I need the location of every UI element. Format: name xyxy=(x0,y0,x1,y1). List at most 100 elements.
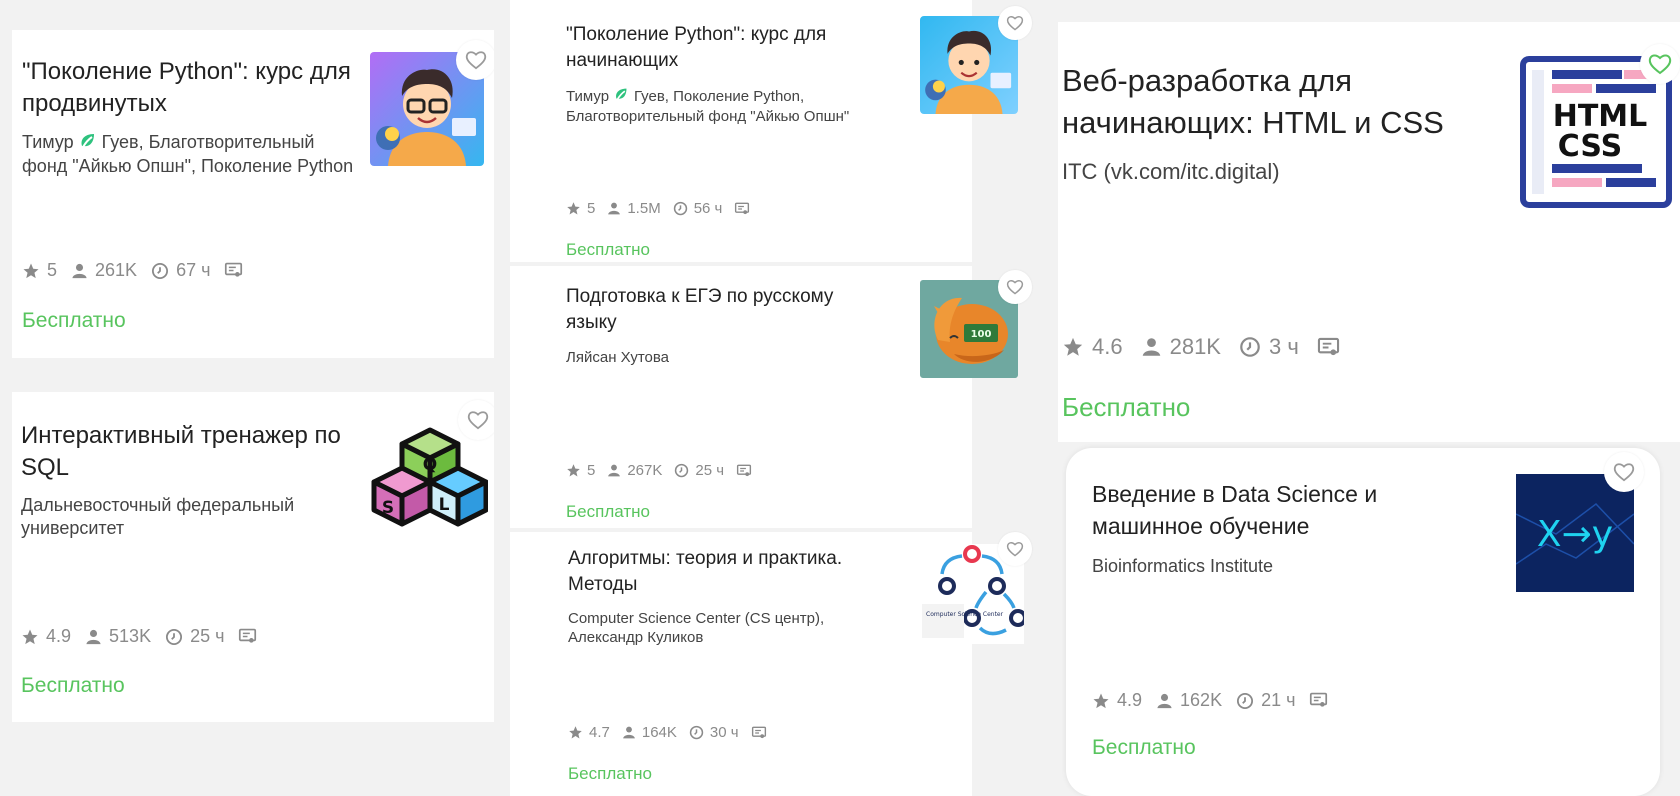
rating-value: 5 xyxy=(47,260,58,280)
course-authors: Computer Science Center (CS центр), Алек… xyxy=(568,610,825,646)
user-icon xyxy=(623,726,635,739)
x-to-y-logo-icon: X→y xyxy=(1516,474,1634,592)
course-authors: Тимур Гуев, Поколение Python, Благотворит… xyxy=(566,87,886,126)
user-icon xyxy=(608,202,621,215)
clock-icon xyxy=(689,725,704,740)
course-stats: 4.9 513K 25 ч xyxy=(21,626,257,647)
user-icon xyxy=(1142,338,1160,356)
course-stats: 5 1.5M 56 ч xyxy=(566,200,750,217)
favorite-button[interactable] xyxy=(458,400,494,440)
course-card[interactable]: "Поколение Python": курс для продвинутых… xyxy=(12,30,494,358)
heart-icon xyxy=(1648,54,1672,75)
favorite-button[interactable] xyxy=(456,40,494,80)
course-card[interactable]: Веб-разработка для начинающих: HTML и CS… xyxy=(1058,22,1680,442)
csc-logo-text: Computer Science Center xyxy=(926,611,1004,618)
heart-icon xyxy=(1006,280,1024,295)
duration-hours: 56 ч xyxy=(693,200,723,217)
heart-icon xyxy=(465,51,487,70)
rating-value: 5 xyxy=(587,462,596,479)
author-first-name: Тимур xyxy=(566,88,610,105)
course-stats: 5 267K 25 ч xyxy=(566,462,752,479)
favorite-button[interactable] xyxy=(998,270,1032,304)
course-title[interactable]: "Поколение Python": курс для начинающих xyxy=(566,22,886,74)
certificate-icon xyxy=(239,628,257,643)
course-authors: Ляйсан Хутова xyxy=(566,349,670,366)
clock-icon xyxy=(673,201,687,216)
clock-icon xyxy=(166,628,183,645)
clock-icon xyxy=(1237,692,1254,709)
star-icon xyxy=(22,629,38,644)
duration-hours: 30 ч xyxy=(709,724,739,741)
course-price: Бесплатно xyxy=(22,309,126,332)
learners-count: 1.5M xyxy=(627,200,661,217)
user-icon xyxy=(1157,693,1172,708)
certificate-icon xyxy=(751,726,766,738)
rating-value: 4.7 xyxy=(589,724,610,741)
star-icon xyxy=(567,202,580,215)
heart-icon xyxy=(1006,542,1024,557)
course-stats: 4.9 162K 21 ч xyxy=(1092,690,1328,711)
star-icon xyxy=(1063,337,1083,356)
course-title[interactable]: Алгоритмы: теория и практика. Методы xyxy=(568,546,888,598)
course-card[interactable]: Интерактивный тренажер по SQL Дальневост… xyxy=(12,392,494,722)
course-card[interactable]: Подготовка к ЕГЭ по русскому языку Ляйса… xyxy=(510,266,972,528)
favorite-button[interactable] xyxy=(1604,452,1644,492)
verified-leaf-icon xyxy=(613,87,630,107)
css-label: CSS xyxy=(1558,129,1622,164)
course-price: Бесплатно xyxy=(568,764,652,783)
certificate-icon xyxy=(1310,692,1328,707)
clock-icon xyxy=(1240,337,1260,357)
cube-letter-s: S xyxy=(382,498,394,518)
certificate-icon xyxy=(225,262,243,277)
course-price: Бесплатно xyxy=(566,502,650,521)
course-authors: ITC (vk.com/itc.digital) xyxy=(1062,159,1280,184)
star-icon xyxy=(569,726,582,739)
course-authors: Тимур Гуев, Благотворительный фонд "Айкью… xyxy=(22,131,357,177)
course-card[interactable]: Алгоритмы: теория и практика. Методы Com… xyxy=(510,532,972,796)
duration-hours: 21 ч xyxy=(1261,690,1296,710)
learners-count: 513K xyxy=(109,626,152,646)
star-icon xyxy=(1093,693,1109,708)
clock-icon xyxy=(675,463,689,478)
learners-count: 267K xyxy=(627,462,663,479)
course-title[interactable]: Интерактивный тренажер по SQL xyxy=(21,420,351,484)
learners-count: 162K xyxy=(1180,690,1223,710)
duration-hours: 25 ч xyxy=(695,462,725,479)
certificate-icon xyxy=(736,464,752,476)
course-card[interactable]: "Поколение Python": курс для начинающих … xyxy=(510,0,972,262)
certificate-icon xyxy=(735,202,750,214)
rating-value: 4.9 xyxy=(1117,690,1143,710)
cube-letter-l: L xyxy=(439,495,450,515)
favorite-button[interactable] xyxy=(998,532,1032,566)
learners-count: 281K xyxy=(1169,334,1221,359)
rating-value: 4.9 xyxy=(46,626,72,646)
course-title[interactable]: Подготовка к ЕГЭ по русскому языку xyxy=(566,284,886,336)
favorite-button[interactable] xyxy=(1640,44,1680,84)
course-card[interactable]: Введение в Data Science и машинное обуче… xyxy=(1066,448,1660,796)
course-stats: 4.6 281K 3 ч xyxy=(1062,334,1340,360)
course-authors: Bioinformatics Institute xyxy=(1092,556,1274,576)
favorite-button[interactable] xyxy=(998,6,1032,40)
course-title[interactable]: Веб-разработка для начинающих: HTML и CS… xyxy=(1062,60,1482,144)
cube-letter-q: Q xyxy=(423,455,437,475)
certificate-icon xyxy=(1317,337,1339,355)
heart-icon xyxy=(1613,463,1635,482)
course-title[interactable]: Введение в Data Science и машинное обуче… xyxy=(1092,478,1472,542)
user-icon xyxy=(86,629,101,644)
course-title[interactable]: "Поколение Python": курс для продвинутых xyxy=(22,56,352,120)
clock-icon xyxy=(152,262,169,279)
learners-count: 164K xyxy=(641,724,677,741)
user-icon xyxy=(608,464,621,477)
course-price: Бесплатно xyxy=(1062,392,1191,422)
course-stats: 5 261K 67 ч xyxy=(22,260,243,281)
star-icon xyxy=(567,464,580,477)
course-price: Бесплатно xyxy=(21,674,125,697)
duration-hours: 25 ч xyxy=(190,626,225,646)
verified-leaf-icon xyxy=(78,132,98,155)
author-first-name: Тимур xyxy=(22,132,74,152)
course-stats: 4.7 164K 30 ч xyxy=(568,724,767,741)
x-to-y-text: X→y xyxy=(1537,514,1613,555)
course-thumbnail[interactable]: X→y xyxy=(1516,474,1634,592)
heart-icon xyxy=(1006,16,1024,31)
course-price: Бесплатно xyxy=(1092,736,1196,759)
